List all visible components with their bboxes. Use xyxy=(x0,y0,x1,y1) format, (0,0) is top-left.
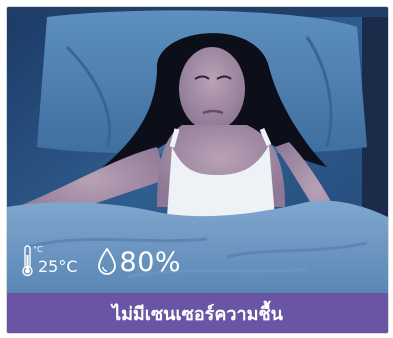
humidity-value: 80% xyxy=(119,247,182,278)
temperature-value: 25°C xyxy=(38,257,78,276)
climate-readout: °C 25°C 80% xyxy=(21,245,181,277)
product-card: °C 25°C 80% ไม่มีเซนเซอร์ความชื้น xyxy=(6,6,389,334)
droplet-icon xyxy=(97,247,116,275)
caption-text: ไม่มีเซนเซอร์ความชื้น xyxy=(112,303,283,325)
temperature-unit-label: °C xyxy=(33,245,43,254)
caption-banner: ไม่มีเซนเซอร์ความชื้น xyxy=(7,293,388,333)
